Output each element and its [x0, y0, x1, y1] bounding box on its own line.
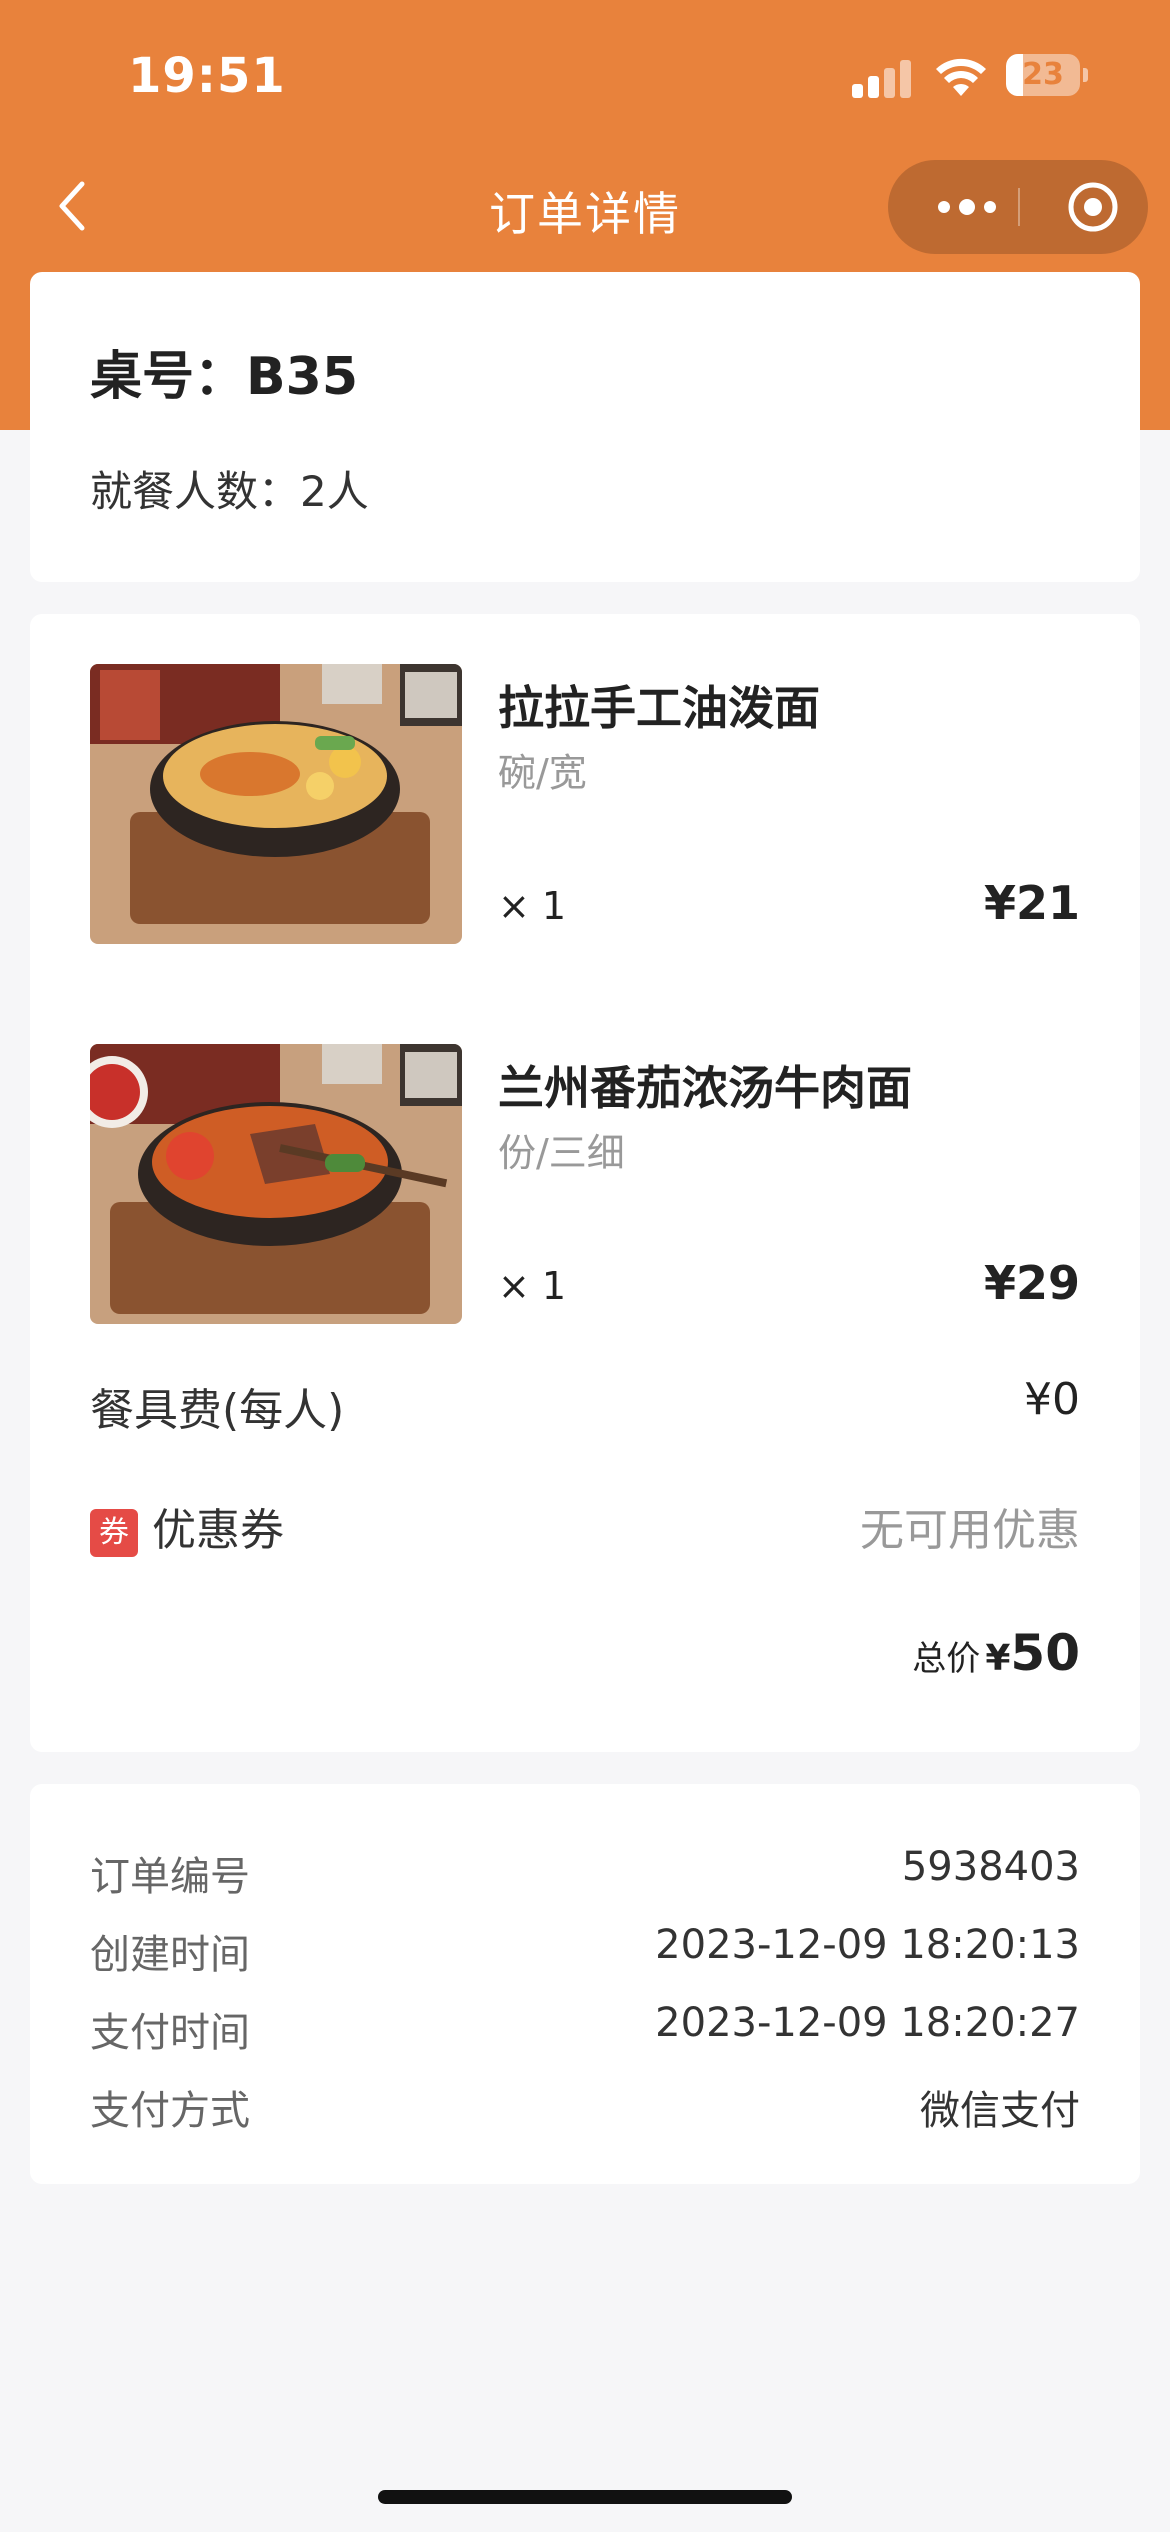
coupon-row[interactable]: 券优惠券 无可用优惠: [90, 1494, 1080, 1557]
dish-quantity: × 1: [498, 884, 567, 928]
total-amount: 50: [1010, 1624, 1080, 1682]
order-number-row: 订单编号 5938403: [90, 1844, 1080, 1900]
total-currency: ¥: [985, 1638, 1011, 1679]
dish-quantity: × 1: [498, 1264, 567, 1308]
payment-method-row: 支付方式 微信支付: [90, 2078, 1080, 2134]
payment-method-value: 微信支付: [920, 2088, 1080, 2134]
dish-image: [90, 1044, 462, 1324]
coupon-label: 优惠券: [152, 1505, 284, 1556]
table-number: 桌号：B35: [90, 347, 358, 407]
order-item[interactable]: 拉拉手工油泼面 碗/宽 × 1 ¥21: [30, 664, 1140, 944]
battery-level: 23: [1022, 57, 1064, 92]
created-time-row: 创建时间 2023-12-09 18:20:13: [90, 1922, 1080, 1978]
dish-image: [90, 664, 462, 944]
total-label: 总价: [912, 1639, 981, 1679]
nav-bar: 订单详情: [0, 150, 1170, 270]
order-items-card: 拉拉手工油泼面 碗/宽 × 1 ¥21 兰州番茄浓汤牛肉面 份/三细 × 1 ¥…: [30, 614, 1140, 1752]
cellular-signal-icon: [852, 58, 912, 98]
capsule-divider: [1018, 188, 1020, 226]
table-info-card: 桌号：B35 就餐人数：2人: [30, 272, 1140, 582]
status-bar: 19:51 23: [0, 0, 1170, 150]
payment-method-label: 支付方式: [90, 2088, 250, 2134]
coupon-icon: 券: [90, 1509, 138, 1557]
tableware-fee-value: ¥0: [1024, 1374, 1080, 1425]
diner-count: 就餐人数：2人: [90, 467, 369, 516]
dish-name: 拉拉手工油泼面: [498, 681, 820, 735]
dish-price: ¥21: [983, 876, 1080, 930]
dish-spec: 碗/宽: [498, 751, 587, 795]
order-item[interactable]: 兰州番茄浓汤牛肉面 份/三细 × 1 ¥29: [30, 1044, 1140, 1324]
dish-price: ¥29: [983, 1256, 1080, 1310]
created-time-label: 创建时间: [90, 1932, 250, 1978]
paid-time-label: 支付时间: [90, 2010, 250, 2056]
order-total: 总价 ¥50: [912, 1624, 1080, 1682]
coupon-status: 无可用优惠: [860, 1505, 1080, 1556]
order-info-card: 订单编号 5938403 创建时间 2023-12-09 18:20:13 支付…: [30, 1784, 1140, 2184]
dish-spec: 份/三细: [498, 1131, 625, 1175]
miniprogram-capsule: [888, 160, 1148, 254]
paid-time-value: 2023-12-09 18:20:27: [655, 2000, 1080, 2046]
paid-time-row: 支付时间 2023-12-09 18:20:27: [90, 2000, 1080, 2056]
order-number-value: 5938403: [901, 1844, 1080, 1890]
order-number-label: 订单编号: [90, 1854, 250, 1900]
tableware-fee-row: 餐具费(每人) ¥0: [90, 1374, 1080, 1436]
home-indicator[interactable]: [378, 2490, 792, 2504]
created-time-value: 2023-12-09 18:20:13: [655, 1922, 1080, 1968]
coupon-label-group: 券优惠券: [90, 1494, 284, 1558]
status-time: 19:51: [128, 48, 286, 104]
dish-name: 兰州番茄浓汤牛肉面: [498, 1061, 912, 1115]
more-icon[interactable]: [922, 160, 1012, 254]
battery-icon: 23: [1006, 54, 1088, 96]
close-target-icon[interactable]: [1046, 160, 1140, 254]
order-detail-page: 19:51 23 订单详情 桌号：B35 就餐人数：2人 拉拉手工油泼面 碗/宽…: [0, 0, 1170, 2532]
wifi-icon: [936, 58, 986, 96]
tableware-fee-label: 餐具费(每人): [90, 1385, 345, 1436]
